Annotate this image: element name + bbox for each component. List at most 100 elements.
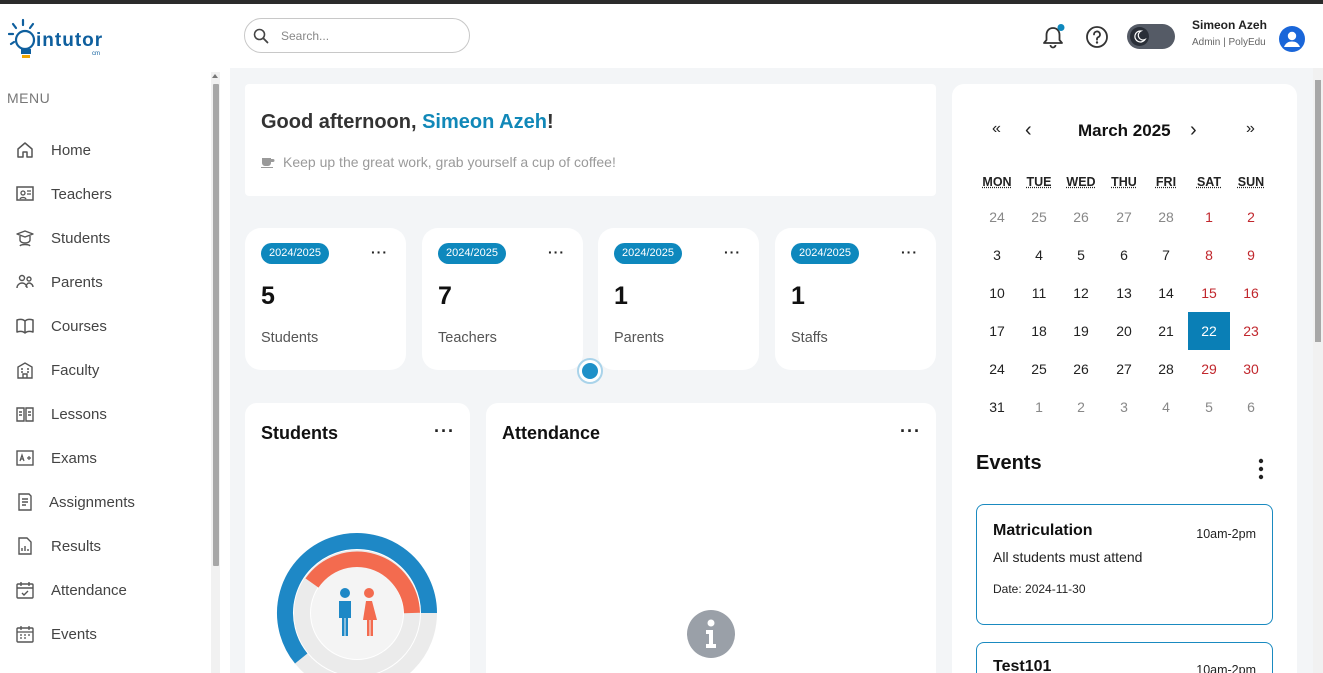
stat-card-staffs[interactable]: 2024/2025 ··· 1 Staffs [775,228,936,370]
search-box[interactable] [244,18,470,53]
calendar-day[interactable]: 28 [1145,350,1187,388]
event-description: All students must attend [993,549,1143,565]
calendar-day[interactable]: 2 [1230,198,1272,236]
page-scroll-thumb[interactable] [1315,80,1321,342]
greeting-card: Good afternoon, Simeon Azeh! Keep up the… [245,84,936,196]
year-badge: 2024/2025 [438,243,506,264]
events-icon [16,626,34,643]
calendar-day[interactable]: 31 [976,388,1018,426]
calendar-day[interactable]: 21 [1145,312,1187,350]
weekday-header: SUN [1237,175,1265,189]
calendar-day[interactable]: 7 [1145,236,1187,274]
more-options-button[interactable]: ··· [434,421,455,442]
sidebar-item-students[interactable]: Students [15,223,205,253]
calendar-day[interactable]: 25 [1018,198,1060,236]
stat-value: 1 [614,282,628,310]
avatar-icon[interactable] [1279,26,1305,52]
scroll-up-arrow-icon[interactable] [212,74,218,78]
students-card-title: Students [261,423,339,443]
user-name[interactable]: Simeon Azeh [1192,18,1267,32]
calendar-day[interactable]: 10 [976,274,1018,312]
more-options-button[interactable]: ··· [900,421,921,442]
sidebar-item-attendance[interactable]: Attendance [15,575,205,605]
sidebar-item-assignments[interactable]: Assignments [15,487,205,517]
calendar-day[interactable]: 2 [1060,388,1102,426]
more-options-button[interactable]: ··· [724,244,741,260]
greeting-prefix: Good afternoon, [261,111,423,133]
calendar-day[interactable]: 29 [1188,350,1230,388]
theme-toggle[interactable] [1127,24,1175,49]
help-icon[interactable] [1084,24,1110,50]
sidebar-item-events[interactable]: Events [15,619,205,649]
app-logo[interactable]: intutor cm [8,16,108,68]
calendar-day[interactable]: 24 [976,350,1018,388]
sidebar-item-exams[interactable]: Exams [15,443,205,473]
calendar-day[interactable]: 6 [1103,236,1145,274]
calendar-day[interactable]: 27 [1103,198,1145,236]
events-heading: Events [976,452,1042,474]
stat-card-students[interactable]: 2024/2025 ··· 5 Students [245,228,406,370]
calendar-day[interactable]: 6 [1230,388,1272,426]
calendar-day[interactable]: 16 [1230,274,1272,312]
more-options-button[interactable]: ··· [371,244,388,260]
greeting-subtitle: Keep up the great work, grab yourself a … [261,154,616,170]
calendar-day[interactable]: 24 [976,198,1018,236]
calendar-month-label[interactable]: March 2025 [1078,121,1171,141]
calendar-day[interactable]: 28 [1145,198,1187,236]
sidebar-item-faculty[interactable]: Faculty [15,355,205,385]
calendar-day[interactable]: 3 [1103,388,1145,426]
event-card[interactable]: Matriculation 10am-2pm All students must… [976,504,1273,625]
events-more-icon[interactable] [1258,458,1264,480]
sidebar-item-parents[interactable]: Parents [15,267,205,297]
calendar-day[interactable]: 13 [1103,274,1145,312]
calendar-day[interactable]: 3 [976,236,1018,274]
sidebar-item-home[interactable]: Home [15,135,205,165]
calendar-day[interactable]: 30 [1230,350,1272,388]
sidebar-scroll-thumb[interactable] [213,84,219,566]
calendar-day[interactable]: 23 [1230,312,1272,350]
calendar-day[interactable]: 11 [1018,274,1060,312]
next-year-button[interactable]: » [1246,120,1255,138]
calendar-day[interactable]: 26 [1060,198,1102,236]
calendar-day[interactable]: 18 [1018,312,1060,350]
calendar-day[interactable]: 9 [1230,236,1272,274]
prev-year-button[interactable]: « [992,120,1001,138]
drag-handle[interactable] [577,358,603,384]
calendar-day[interactable]: 19 [1060,312,1102,350]
attendance-card-title: Attendance [502,423,601,443]
calendar-day[interactable]: 14 [1145,274,1187,312]
sidebar-item-label: Parents [51,273,103,291]
more-options-button[interactable]: ··· [548,244,565,260]
event-card[interactable]: Test101 10am-2pm [976,642,1273,673]
calendar-day[interactable]: 15 [1188,274,1230,312]
prev-month-button[interactable]: ‹ [1025,119,1032,142]
sidebar-item-lessons[interactable]: Lessons [15,399,205,429]
next-month-button[interactable]: › [1190,119,1197,142]
calendar-day[interactable]: 26 [1060,350,1102,388]
calendar-day[interactable]: 17 [976,312,1018,350]
year-badge: 2024/2025 [614,243,682,264]
calendar-day[interactable]: 4 [1018,236,1060,274]
calendar-day[interactable]: 8 [1188,236,1230,274]
calendar-day[interactable]: 5 [1188,388,1230,426]
logo-subtext: cm [92,51,100,57]
stat-card-parents[interactable]: 2024/2025 ··· 1 Parents [598,228,759,370]
calendar-day[interactable]: 5 [1060,236,1102,274]
sidebar-item-label: Exams [51,449,97,467]
sidebar-item-results[interactable]: Results [15,531,205,561]
sidebar-item-courses[interactable]: Courses [15,311,205,341]
more-options-button[interactable]: ··· [901,244,918,260]
bell-icon[interactable] [1040,24,1066,50]
calendar-day[interactable]: 20 [1103,312,1145,350]
stat-card-teachers[interactable]: 2024/2025 ··· 7 Teachers [422,228,583,370]
calendar-day[interactable]: 1 [1018,388,1060,426]
search-input[interactable] [281,28,451,43]
calendar-day[interactable]: 22 [1188,312,1230,350]
calendar-day[interactable]: 1 [1188,198,1230,236]
sidebar-item-teachers[interactable]: Teachers [15,179,205,209]
calendar-day[interactable]: 27 [1103,350,1145,388]
top-header: intutor cm Simeon Azeh Admin | PolyEdu [0,4,1323,68]
calendar-day[interactable]: 25 [1018,350,1060,388]
calendar-day[interactable]: 12 [1060,274,1102,312]
calendar-day[interactable]: 4 [1145,388,1187,426]
